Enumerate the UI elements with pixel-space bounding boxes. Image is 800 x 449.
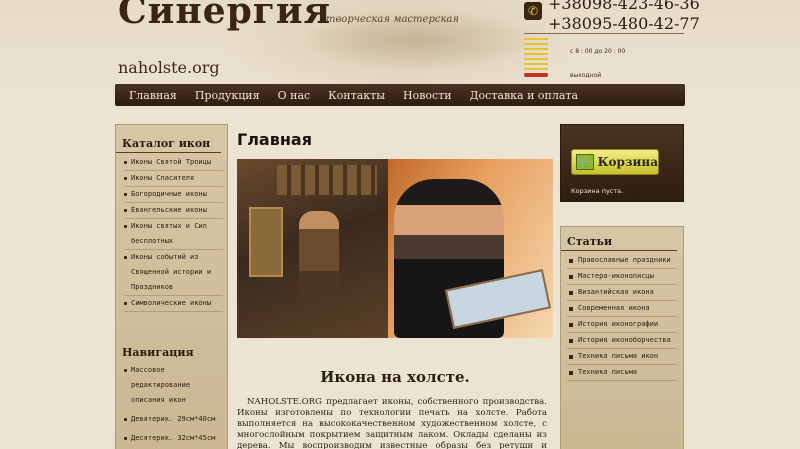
catalog-item[interactable]: Иконы Святой Троицы bbox=[124, 155, 223, 171]
phone-divider bbox=[524, 33, 684, 34]
cart-button-label: Корзина bbox=[597, 155, 658, 169]
site-domain: naholste.org bbox=[118, 58, 220, 77]
header-hands-image bbox=[300, 0, 540, 80]
cart-empty-text: Корзина пуста. bbox=[571, 187, 624, 195]
navigation-item[interactable]: Девятерик. 29см*40см bbox=[124, 412, 223, 431]
hero-image bbox=[237, 159, 553, 338]
phone-numbers: +38098-423-46-36 +38095-480-42-77 bbox=[548, 0, 700, 34]
right-sidebar: Статьи Православные праздники Мастера-ик… bbox=[560, 226, 684, 449]
working-hours: с 8 : 00 до 20 : 00 bbox=[570, 48, 626, 55]
phone-number-1: +38098-423-46-36 bbox=[548, 0, 700, 13]
painter-photo bbox=[237, 159, 388, 338]
decorative-stripes bbox=[524, 38, 548, 74]
article-link[interactable]: История иконоборчества bbox=[567, 333, 677, 349]
article-link[interactable]: История иконографии bbox=[567, 317, 677, 333]
catalog-item[interactable]: Богородичные иконы bbox=[124, 187, 223, 203]
article-link[interactable]: Техника письма bbox=[567, 365, 677, 381]
day-off-label: выходной bbox=[570, 72, 602, 79]
shelf-shape bbox=[277, 165, 377, 195]
main-nav: Главная Продукция О нас Контакты Новости… bbox=[115, 84, 685, 106]
painter-figure bbox=[299, 211, 339, 301]
phone-icon: ✆ bbox=[524, 2, 542, 20]
catalog-item[interactable]: Евангельские иконы bbox=[124, 203, 223, 219]
article-link[interactable]: Техника письма икон bbox=[567, 349, 677, 365]
articles-list: Православные праздники Мастера-иконописц… bbox=[561, 251, 683, 381]
navigation-list: Массовое редактирование описания икон Де… bbox=[116, 361, 227, 449]
nav-item-products[interactable]: Продукция bbox=[195, 89, 260, 102]
cart-panel: 🛒 Корзина Корзина пуста. bbox=[560, 124, 684, 202]
left-sidebar: Каталог икон Иконы Святой Троицы Иконы С… bbox=[115, 124, 228, 449]
nav-item-home[interactable]: Главная bbox=[129, 89, 177, 102]
articles-title: Статьи bbox=[561, 227, 677, 251]
catalog-item[interactable]: Символические иконы bbox=[124, 296, 223, 312]
article-link[interactable]: Современная икона bbox=[567, 301, 677, 317]
article-body: NAHOLSTE.ORG предлагает иконы, собственн… bbox=[237, 397, 547, 449]
article-link[interactable]: Византийская икона bbox=[567, 285, 677, 301]
catalog-item[interactable]: Иконы святых и Сил бесплотных bbox=[124, 219, 223, 250]
page-title: Главная bbox=[237, 130, 312, 149]
nav-item-contacts[interactable]: Контакты bbox=[328, 89, 385, 102]
navigation-title: Навигация bbox=[122, 346, 194, 359]
phone-number-2: +38095-480-42-77 bbox=[548, 14, 700, 33]
article-link[interactable]: Мастера-иконописцы bbox=[567, 269, 677, 285]
monk-photo bbox=[388, 159, 553, 338]
article-title: Икона на холсте. bbox=[320, 368, 470, 386]
nav-item-delivery[interactable]: Доставка и оплата bbox=[470, 89, 578, 102]
catalog-title: Каталог икон bbox=[116, 125, 221, 153]
nav-item-news[interactable]: Новости bbox=[403, 89, 452, 102]
article-link[interactable]: Православные праздники bbox=[567, 253, 677, 269]
navigation-item[interactable]: Десятерик. 32см*45см bbox=[124, 431, 223, 449]
easel-shape bbox=[249, 207, 283, 277]
navigation-item[interactable]: Массовое редактирование описания икон bbox=[124, 363, 223, 412]
catalog-item[interactable]: Иконы событий из Священной истории и Пра… bbox=[124, 250, 223, 296]
nav-item-about[interactable]: О нас bbox=[278, 89, 311, 102]
cart-button[interactable]: 🛒 Корзина bbox=[571, 149, 659, 175]
catalog-list: Иконы Святой Троицы Иконы Спасителя Бого… bbox=[116, 153, 227, 312]
cart-icon: 🛒 bbox=[576, 154, 594, 170]
decorative-stripe-red bbox=[524, 73, 548, 77]
catalog-item[interactable]: Иконы Спасителя bbox=[124, 171, 223, 187]
site-tagline: творческая мастерская bbox=[326, 14, 460, 25]
site-logo[interactable]: Синергия bbox=[118, 0, 331, 32]
